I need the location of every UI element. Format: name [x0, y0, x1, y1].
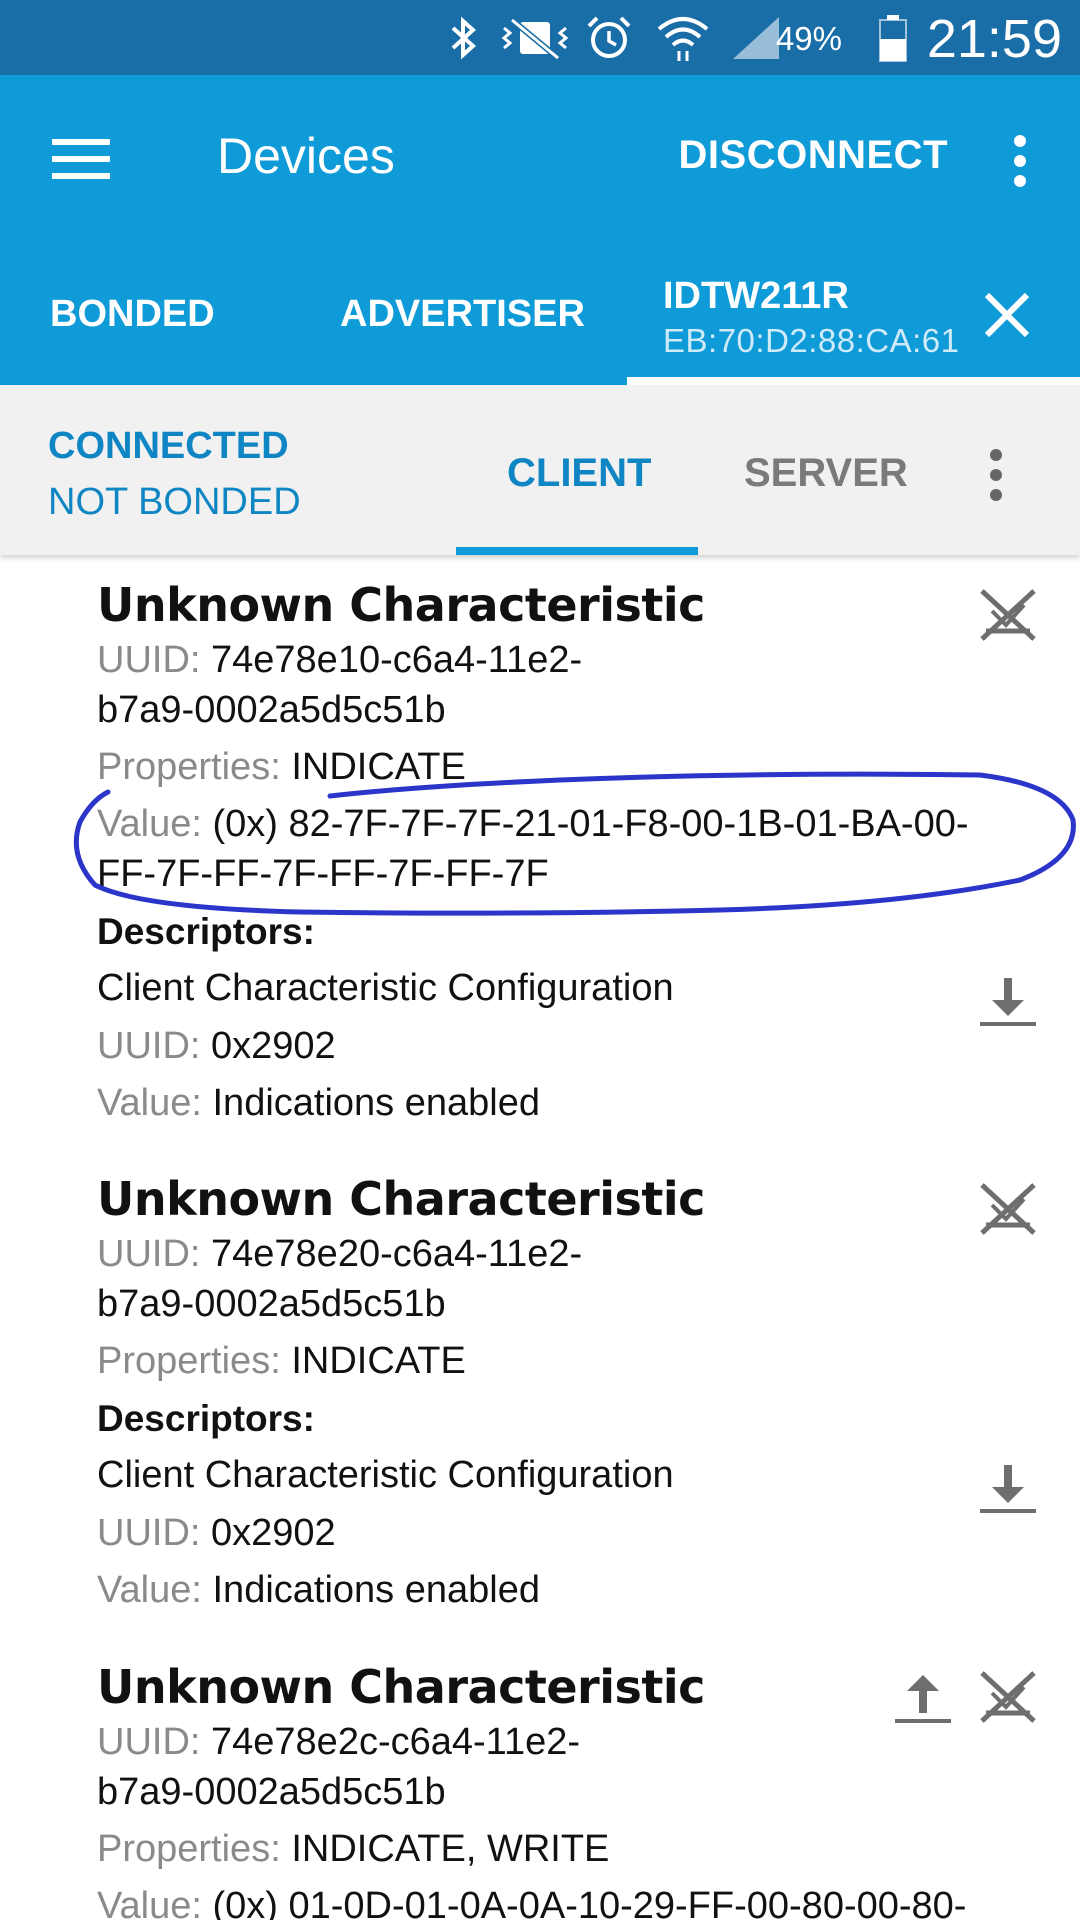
uuid-label: UUID: [97, 1233, 201, 1275]
descriptor-value: Indications enabled [212, 1569, 540, 1611]
uuid-value-cont: b7a9-0002a5d5c51b [97, 1771, 446, 1813]
properties-label: Properties: [97, 746, 281, 788]
descriptors-heading: Descriptors: [97, 911, 315, 952]
close-icon[interactable] [982, 290, 1032, 340]
descriptor-value: Indications enabled [212, 1082, 540, 1124]
value-label: Value: [97, 1885, 202, 1920]
connection-state: CONNECTED [48, 425, 289, 467]
properties-value: INDICATE, WRITE [291, 1828, 610, 1870]
status-bar: 49% 21:59 [0, 0, 1080, 75]
uuid-label: UUID: [97, 1512, 201, 1554]
descriptor-uuid: 0x2902 [211, 1025, 336, 1067]
uuid-value-cont: b7a9-0002a5d5c51b [97, 689, 446, 731]
overflow-menu-icon[interactable] [1012, 133, 1028, 189]
properties-value: INDICATE [291, 746, 466, 788]
app-bar: Devices DISCONNECT BONDED ADVERTISER IDT… [0, 75, 1080, 385]
client-tab-indicator [456, 547, 698, 555]
value-data: (0x) 82-7F-7F-7F-21-01-F8-00-1B-01-BA-00… [212, 803, 969, 845]
bond-state: NOT BONDED [48, 481, 301, 523]
descriptors-heading: Descriptors: [97, 1398, 315, 1439]
uuid-value: 74e78e2c-c6a4-11e2- [211, 1721, 581, 1763]
page-title: Devices [217, 128, 395, 184]
characteristic-item[interactable]: Unknown Characteristic UUID: 74e78e20-c6… [97, 1169, 1057, 1615]
uuid-label: UUID: [97, 1025, 201, 1067]
uuid-label: UUID: [97, 639, 201, 681]
characteristic-name: Unknown Characteristic [97, 1172, 705, 1226]
connection-bar: CONNECTED NOT BONDED CLIENT SERVER [0, 385, 1080, 555]
value-data-cont: FF-7F-FF-7F-FF-7F-FF-7F [97, 853, 549, 895]
properties-label: Properties: [97, 1340, 281, 1382]
tab-device[interactable]: IDTW211R [663, 275, 849, 318]
alarm-icon [584, 12, 634, 64]
connection-overflow-icon[interactable] [988, 447, 1004, 503]
uuid-value: 74e78e20-c6a4-11e2- [211, 1233, 583, 1275]
upload-icon[interactable] [893, 1667, 953, 1727]
download-icon[interactable] [978, 970, 1038, 1030]
download-icon[interactable] [978, 1457, 1038, 1517]
properties-value: INDICATE [291, 1340, 466, 1382]
properties-label: Properties: [97, 1828, 281, 1870]
indications-off-icon[interactable] [978, 1667, 1038, 1727]
characteristic-item[interactable]: Unknown Characteristic UUID: 74e78e10-c6… [97, 575, 1057, 1128]
value-label: Value: [97, 1082, 202, 1124]
uuid-value-cont: b7a9-0002a5d5c51b [97, 1283, 446, 1325]
descriptor-uuid: 0x2902 [211, 1512, 336, 1554]
indications-off-icon[interactable] [978, 1179, 1038, 1239]
descriptor-name: Client Characteristic Configuration [97, 967, 674, 1009]
value-label: Value: [97, 803, 202, 845]
tab-indicator [627, 377, 1080, 385]
uuid-label: UUID: [97, 1721, 201, 1763]
characteristic-name: Unknown Characteristic [97, 578, 705, 632]
disconnect-button[interactable]: DISCONNECT [679, 133, 948, 178]
tab-client[interactable]: CLIENT [507, 451, 651, 496]
clock: 21:59 [926, 9, 1062, 69]
battery-percent: 49% [775, 20, 842, 57]
tab-bonded[interactable]: BONDED [50, 293, 215, 336]
value-label: Value: [97, 1569, 202, 1611]
menu-icon[interactable] [52, 135, 112, 183]
battery-icon [876, 12, 910, 64]
descriptor-name: Client Characteristic Configuration [97, 1454, 674, 1496]
vibrate-mute-icon [498, 12, 572, 64]
wifi-icon [654, 12, 712, 64]
signal-icon [730, 12, 782, 64]
indications-off-icon[interactable] [978, 585, 1038, 645]
uuid-value: 74e78e10-c6a4-11e2- [211, 639, 583, 681]
bluetooth-icon [444, 12, 484, 64]
tab-advertiser[interactable]: ADVERTISER [340, 293, 585, 336]
characteristics-list: Unknown Characteristic UUID: 74e78e10-c6… [0, 555, 1080, 1920]
value-data: (0x) 01-0D-01-0A-0A-10-29-FF-00-80-00-80… [212, 1885, 967, 1920]
device-address: EB:70:D2:88:CA:61 [663, 322, 960, 359]
tab-server[interactable]: SERVER [744, 451, 908, 496]
